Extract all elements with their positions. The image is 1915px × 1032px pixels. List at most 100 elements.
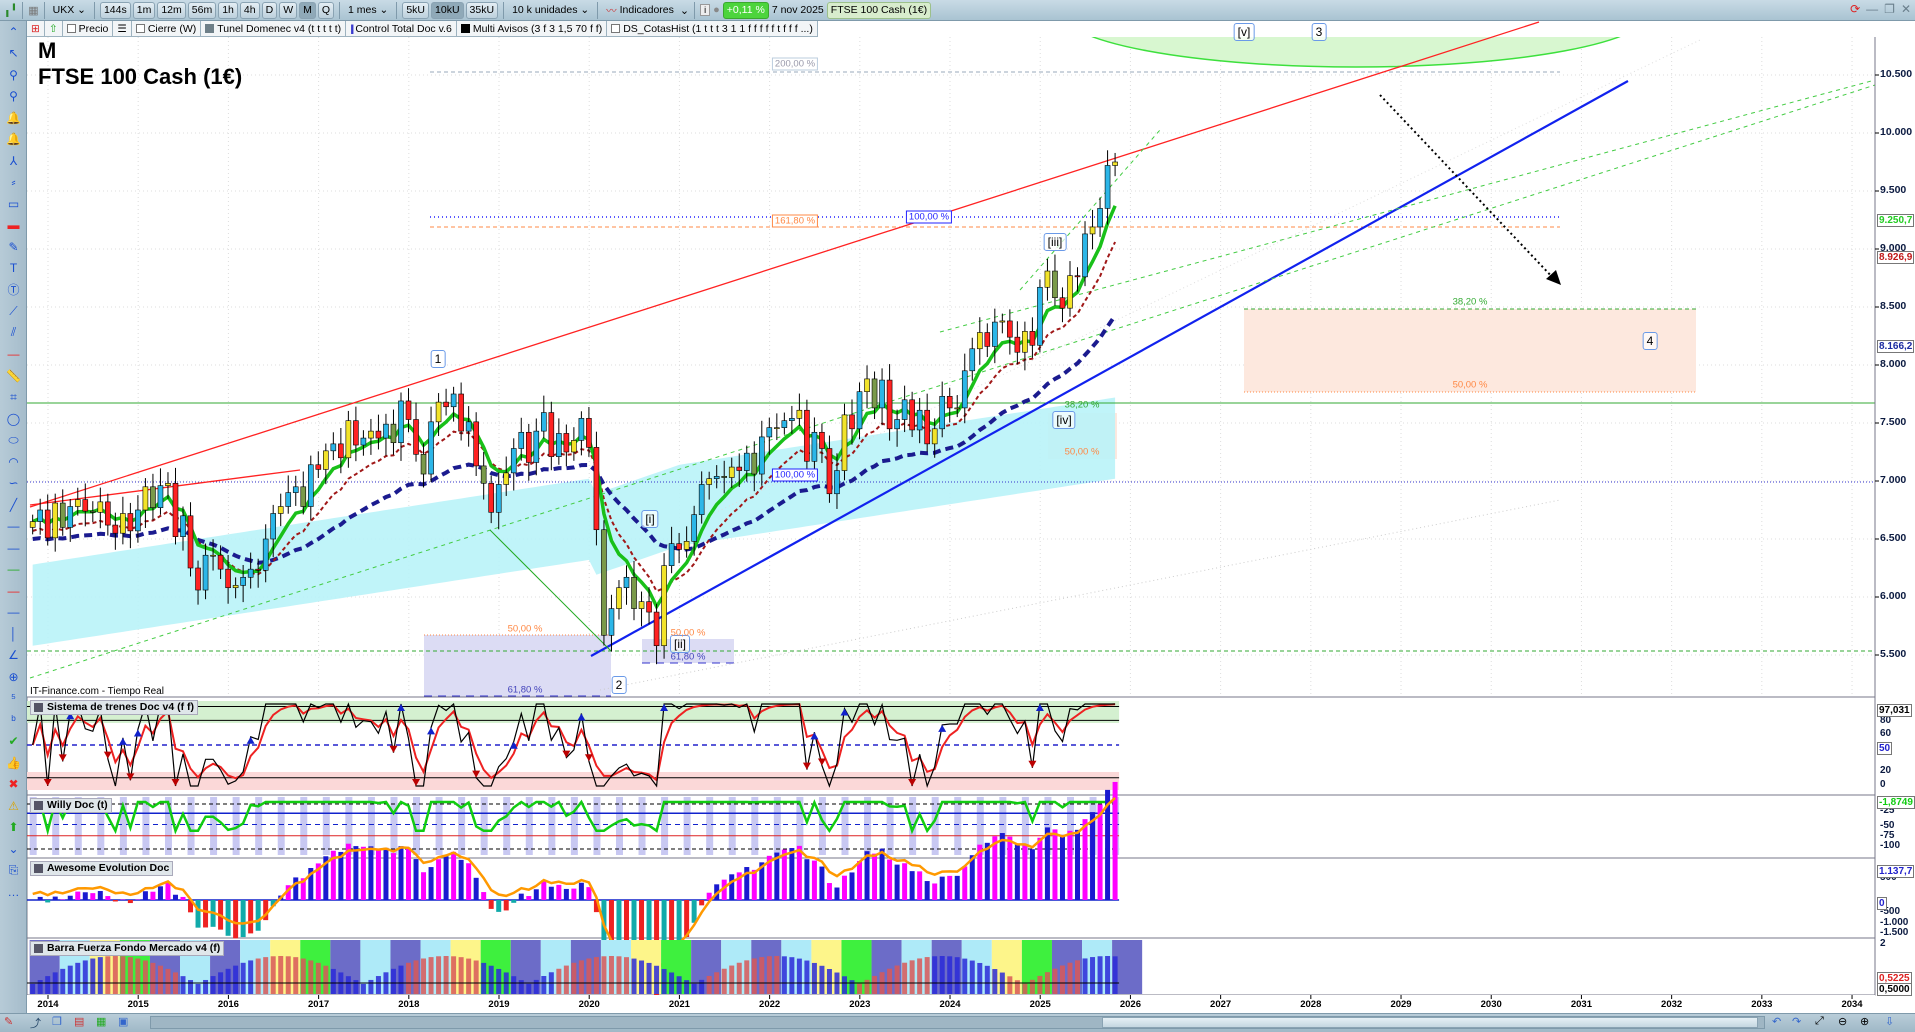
workspace-icon[interactable]: ▣ — [118, 1015, 128, 1028]
templates-icon[interactable]: ⎘ — [0, 860, 27, 882]
indicator-tab[interactable]: DS_CotasHist (1 t t t 3 1 1 f f f f f t … — [607, 21, 818, 36]
units-select[interactable]: 10 k unidades ⌄ — [509, 2, 592, 19]
print-icon[interactable]: ▤ — [74, 1015, 84, 1028]
indicators-dropdown-icon[interactable]: ⌄ — [680, 4, 689, 17]
strength-bar — [571, 962, 577, 994]
interval-button-1m[interactable]: 1m — [132, 1, 156, 19]
interval-button-56m[interactable]: 56m — [187, 1, 217, 19]
minimize-icon[interactable]: — — [1866, 2, 1878, 16]
period-select[interactable]: 1 mes ⌄ — [345, 2, 391, 19]
text-t-icon[interactable]: Ⓣ — [0, 279, 27, 301]
ruler-icon[interactable]: 📏 — [0, 365, 27, 387]
hline-red-icon[interactable]: — — [0, 580, 27, 602]
rectangle-red-icon[interactable]: ▬ — [0, 215, 27, 237]
candle — [661, 565, 667, 647]
alert-icon[interactable]: 🔔 — [0, 129, 27, 151]
circle-icon[interactable]: ◯ — [0, 408, 27, 430]
curve-icon[interactable]: ∽ — [0, 473, 27, 495]
redo-icon[interactable]: ↷ — [1792, 1015, 1801, 1028]
zoom-icon[interactable]: ⚲ — [0, 64, 27, 86]
table-icon[interactable]: ▦ — [96, 1015, 106, 1028]
more-icon[interactable]: … — [0, 881, 27, 903]
pointer-icon[interactable]: ↖ — [0, 43, 27, 65]
indicator-tab[interactable]: Precio — [62, 21, 114, 36]
ellipse-icon[interactable]: ⬭ — [0, 430, 27, 452]
zoom-fit-icon[interactable]: ⤢ — [1815, 1015, 1824, 1028]
indicator-tab[interactable]: Cierre (W) — [131, 21, 202, 36]
interval-button-1h[interactable]: 1h — [218, 1, 238, 19]
thumbs-up-icon[interactable]: 👍 — [0, 752, 27, 774]
vline-icon[interactable]: │ — [0, 623, 27, 645]
checkbox[interactable] — [135, 24, 145, 33]
interval-button-M[interactable]: M — [299, 1, 316, 19]
arrow-up-icon[interactable]: ⬆ — [0, 817, 27, 839]
scroll-up-icon[interactable]: ⌃ — [0, 21, 27, 43]
undo-icon[interactable]: ↶ — [1772, 1015, 1781, 1028]
hline-icon[interactable]: — — [0, 516, 27, 538]
unit-button-5kU[interactable]: 5kU — [402, 1, 430, 19]
unit-button-10kU[interactable]: 10kU — [431, 1, 464, 19]
indicators-button[interactable]: 〰 Indicadores — [603, 2, 677, 19]
strength-bar — [826, 969, 832, 994]
scrollbar-thumb[interactable] — [1102, 1017, 1758, 1028]
hline2-icon[interactable]: — — [0, 537, 27, 559]
chart-type-icon[interactable]: ╻╹ — [4, 4, 17, 17]
pen-icon[interactable]: ✎ — [0, 236, 27, 258]
interval-button-144s[interactable]: 144s — [99, 1, 131, 19]
delete-icon[interactable]: ✖ — [0, 774, 27, 796]
warning-icon[interactable]: ⚠ — [0, 795, 27, 817]
pencil-icon[interactable]: ✎ — [4, 1015, 13, 1028]
zoom-in-icon[interactable]: ⊕ — [1860, 1015, 1869, 1028]
indicator-panel-title[interactable]: Awesome Evolution Doc — [30, 861, 174, 876]
checkbox[interactable] — [611, 24, 621, 33]
diagonal-icon[interactable]: ╱ — [0, 494, 27, 516]
indicator-tab[interactable]: Multi Avisos (3 f 3 1,5 70 f f) — [456, 21, 608, 36]
zoom-out-icon[interactable]: ⊖ — [1838, 1015, 1847, 1028]
line-red-icon[interactable]: — — [0, 344, 27, 366]
unit-button-35kU[interactable]: 35kU — [465, 1, 499, 19]
text-icon[interactable]: T — [0, 258, 27, 280]
export-icon[interactable]: ⇧ — [44, 21, 63, 36]
chart-canvas[interactable] — [0, 0, 1915, 1032]
indicator-tab[interactable]: ☰ — [113, 21, 132, 36]
check-icon[interactable]: ✔ — [0, 731, 27, 753]
angle-icon[interactable]: ∠ — [0, 645, 27, 667]
interval-button-D[interactable]: D — [261, 1, 278, 19]
interval-button-12m[interactable]: 12m — [157, 1, 186, 19]
indicator-tab[interactable]: ||| Control Total Doc v.6 — [346, 21, 457, 36]
restore-icon[interactable]: ❐ — [1884, 2, 1895, 16]
measure-icon[interactable]: ⌗ — [0, 387, 27, 409]
indicator-panel-title[interactable]: Barra Fuerza Fondo Mercado v4 (f) — [30, 941, 225, 956]
interval-button-W[interactable]: W — [279, 1, 298, 19]
add-indicator-icon[interactable]: ⊞ — [27, 21, 45, 36]
hline-blue-icon[interactable]: — — [0, 602, 27, 624]
symbol-select[interactable]: UKX ⌄ — [50, 2, 89, 19]
layout-icon[interactable]: ▦ — [28, 4, 38, 17]
hline-green-icon[interactable]: — — [0, 559, 27, 581]
abc-icon[interactable]: ᵇ — [0, 709, 27, 731]
arc-icon[interactable]: ◠ — [0, 451, 27, 473]
target-icon[interactable]: ⊕ — [0, 666, 27, 688]
elliott-icon[interactable]: ⁵ — [0, 688, 27, 710]
fibo-line-icon[interactable]: ⸗ — [0, 172, 27, 194]
interval-button-4h[interactable]: 4h — [239, 1, 260, 19]
info-icon[interactable]: i — [700, 4, 711, 16]
indicator-panel-title[interactable]: Sistema de trenes Doc v4 (f f) — [30, 700, 199, 715]
zoom-area-icon[interactable]: ⚲ — [0, 86, 27, 108]
rectangle-icon[interactable]: ▭ — [0, 193, 27, 215]
refresh-icon[interactable]: ⟳ — [1850, 2, 1860, 16]
share-icon[interactable]: ⤴ — [30, 1015, 41, 1031]
trendline-icon[interactable]: ⟋ — [0, 301, 27, 323]
fibo-fan-icon[interactable]: ⅄ — [0, 150, 27, 172]
interval-button-Q[interactable]: Q — [317, 1, 335, 19]
indicator-panel-title[interactable]: Willy Doc (t) — [30, 798, 112, 813]
strength-bar — [1097, 956, 1103, 994]
alert-draw-icon[interactable]: 🔔 — [0, 107, 27, 129]
copy-icon[interactable]: ❐ — [52, 1015, 62, 1028]
close-icon[interactable]: ✕ — [1901, 2, 1911, 16]
indicator-tab[interactable]: Tunel Domenec v4 (t t t t t) — [201, 21, 347, 36]
checkbox[interactable] — [66, 24, 76, 33]
arrow-down-icon[interactable]: ⌄ — [0, 838, 27, 860]
channel-icon[interactable]: ⫽ — [0, 322, 27, 344]
settings-down-icon[interactable]: ⇩ — [1885, 1015, 1894, 1028]
